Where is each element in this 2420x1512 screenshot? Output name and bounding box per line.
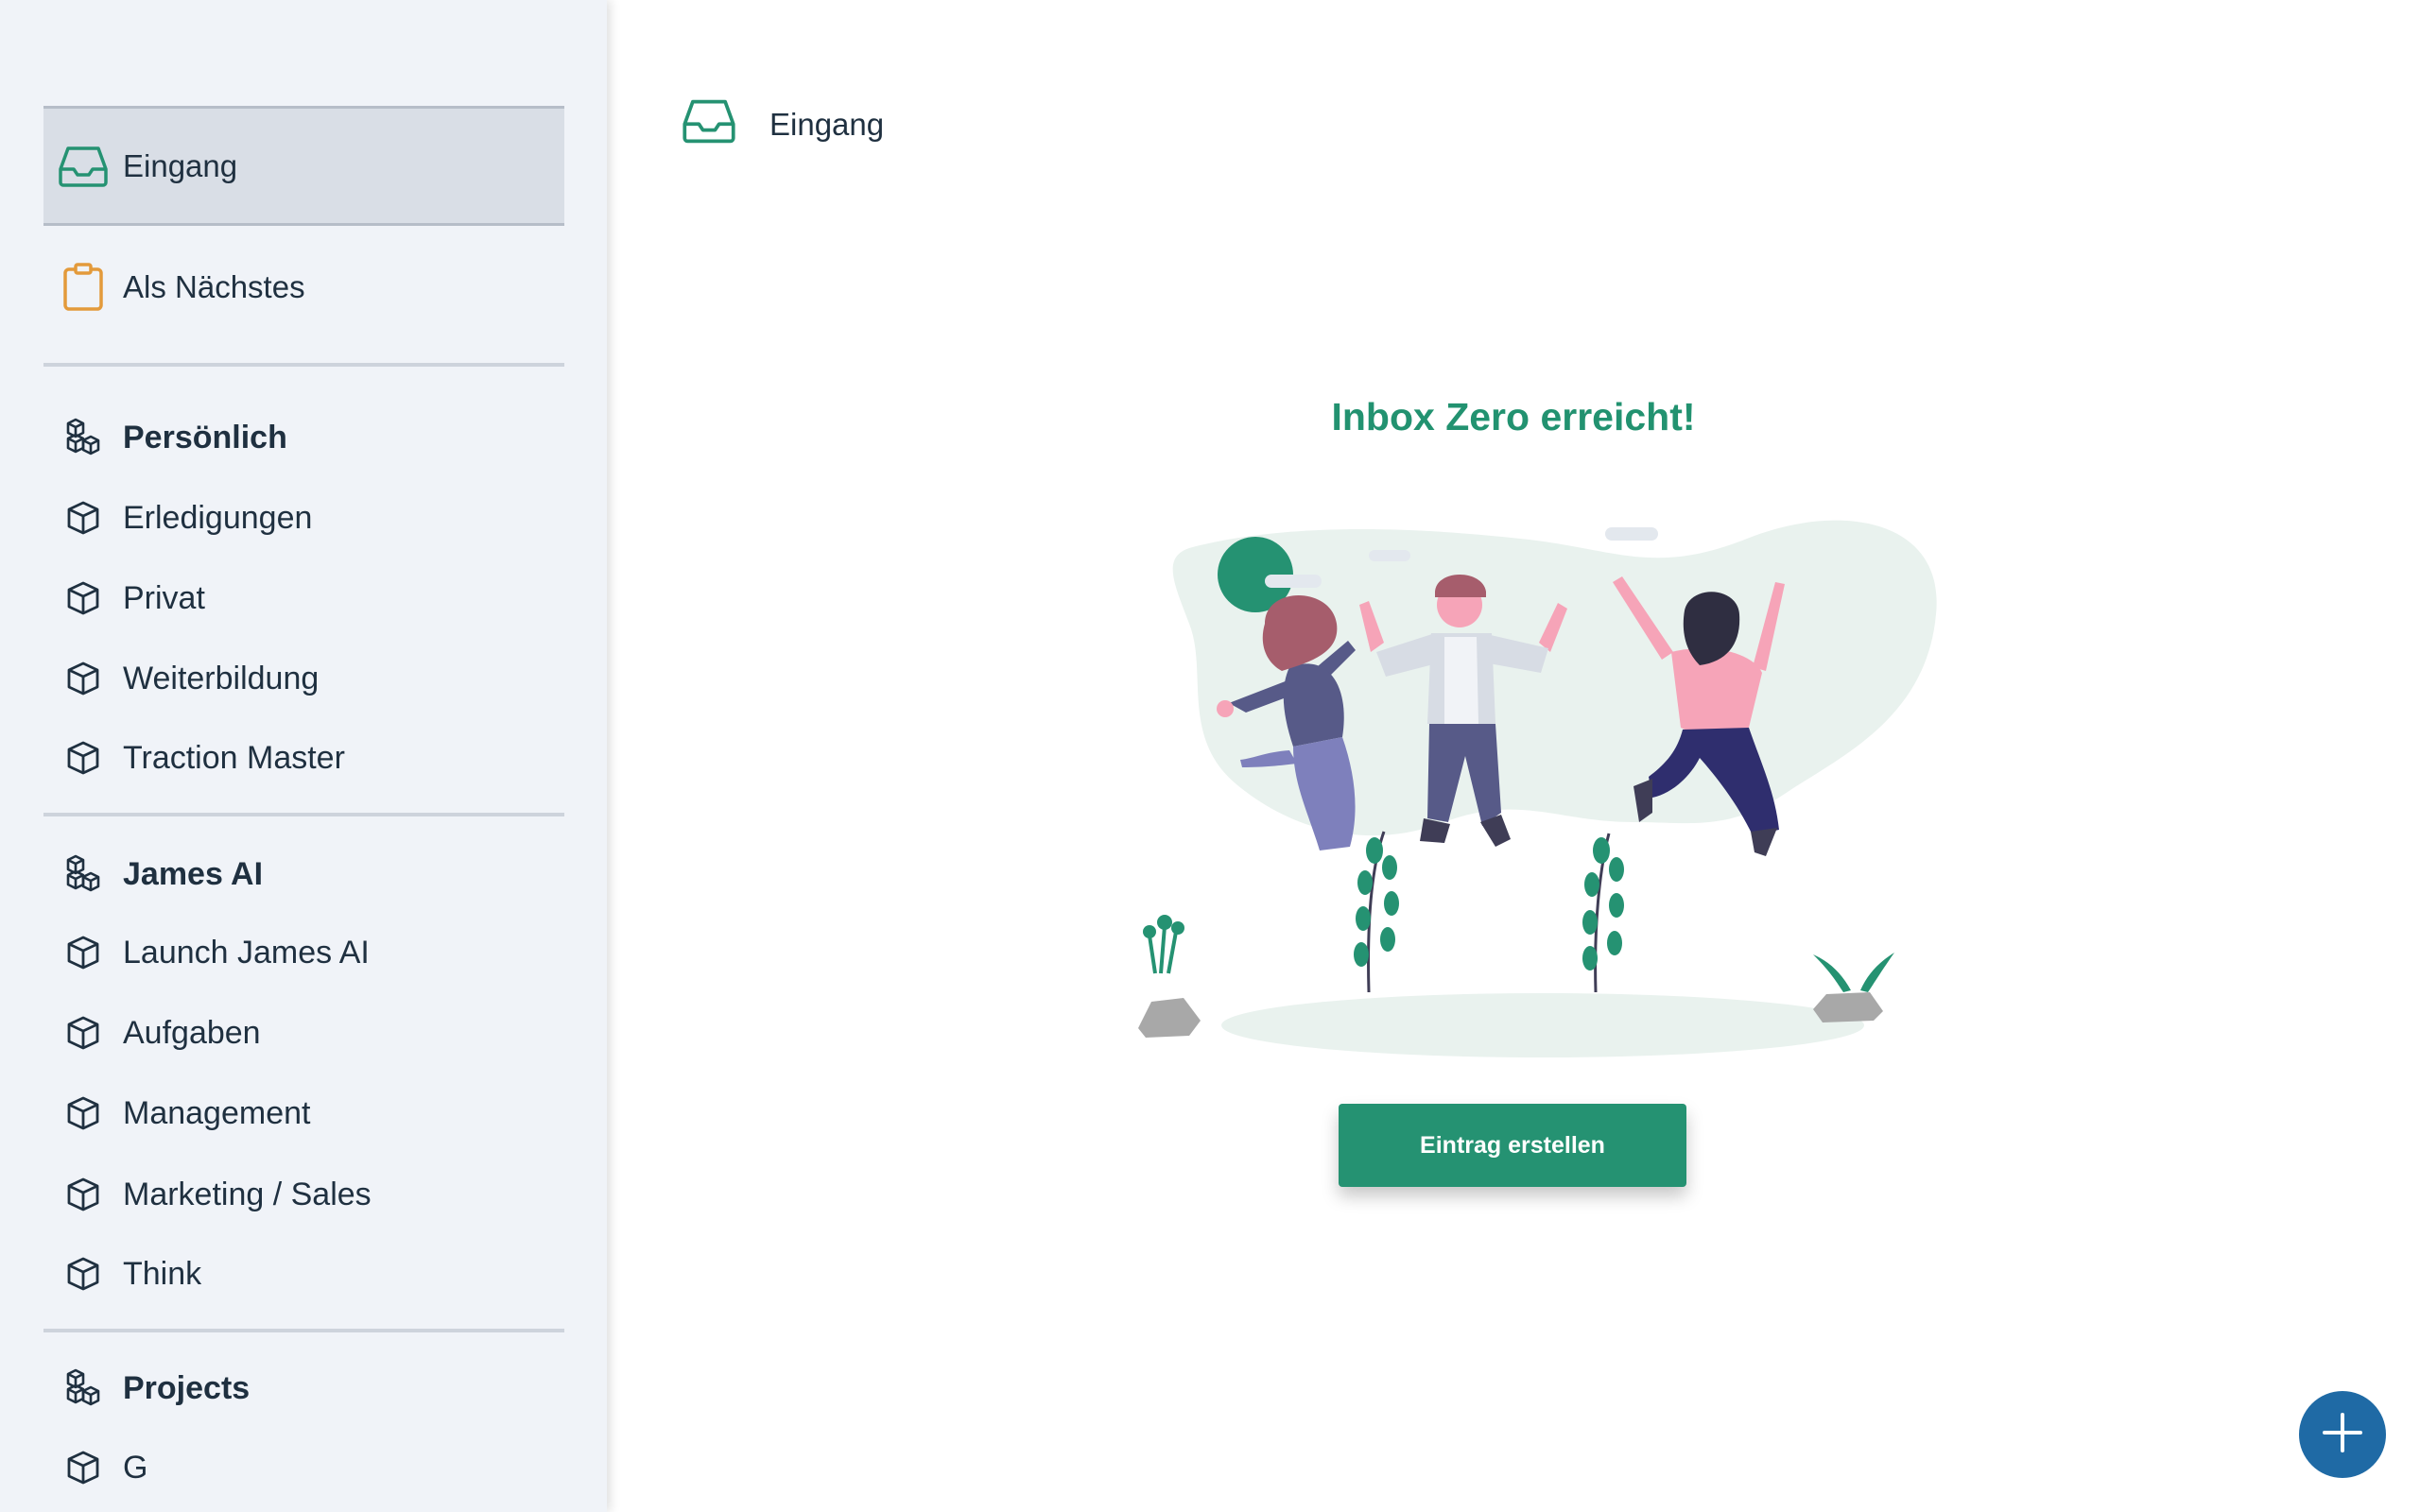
inbox-icon [681,97,737,152]
cube-icon [43,1449,123,1486]
sidebar-group-title: James AI [123,855,264,892]
inbox-icon [43,145,123,188]
sidebar-project-label: Erledigungen [123,499,313,536]
sidebar-project-label: Aufgaben [123,1014,261,1051]
sidebar-project-management[interactable]: Management [43,1078,564,1148]
cube-icon [43,660,123,697]
sidebar-project-label: Launch James AI [123,934,370,971]
sidebar-item-inbox[interactable]: Eingang [43,106,564,226]
sidebar-group-personal[interactable]: Persönlich [43,403,564,472]
sidebar-project-label: Traction Master [123,739,345,776]
plus-icon [2321,1411,2364,1459]
sidebar-project-label: Marketing / Sales [123,1176,372,1212]
main-content: Eingang Inbox Zero erreicht! Eintrag ers… [607,0,2420,1512]
cube-icon [43,739,123,777]
sidebar-project-label: Privat [123,579,205,616]
cubes-icon [43,416,123,459]
sidebar-project-label: Weiterbildung [123,660,320,696]
sidebar-project-label: Think [123,1255,202,1292]
sidebar-project-think[interactable]: Think [43,1239,564,1309]
add-button[interactable] [2299,1391,2386,1478]
cubes-icon [43,1366,123,1410]
sidebar-item-label: Als Nächstes [123,268,305,304]
empty-state-title: Inbox Zero erreicht! [1331,395,1696,438]
clipboard-icon [43,262,123,312]
sidebar-divider [43,813,564,816]
cube-icon [43,1255,123,1293]
sidebar-group-title: Persönlich [123,419,287,455]
create-entry-button[interactable]: Eintrag erstellen [1339,1104,1686,1187]
sidebar-item-label: Eingang [123,147,238,183]
sidebar-project-privat[interactable]: Privat [43,563,564,633]
cubes-icon [43,852,123,896]
sidebar-project-erledigungen[interactable]: Erledigungen [43,483,564,553]
sidebar-project-traction-master[interactable]: Traction Master [43,723,564,793]
sidebar: Eingang Als Nächstes Persönlich Erledigu… [0,0,607,1512]
sidebar-project-marketing-sales[interactable]: Marketing / Sales [43,1160,564,1229]
page-title: Eingang [769,107,885,142]
sidebar-project-aufgaben[interactable]: Aufgaben [43,998,564,1068]
sidebar-group-james-ai[interactable]: James AI [43,839,564,909]
cube-icon [43,934,123,971]
sidebar-project-weiterbildung[interactable]: Weiterbildung [43,644,564,713]
cube-icon [43,499,123,537]
cube-icon [43,1094,123,1132]
sidebar-project-label: Management [123,1094,311,1131]
sidebar-divider [43,363,564,367]
sidebar-divider [43,1329,564,1332]
cube-icon [43,579,123,617]
cube-icon [43,1176,123,1213]
page-header: Eingang [681,96,884,153]
sidebar-project-launch-james-ai[interactable]: Launch James AI [43,918,564,988]
sidebar-item-next[interactable]: Als Nächstes [43,227,564,347]
sidebar-group-title: Projects [123,1369,251,1406]
sidebar-project-label: G [123,1449,148,1486]
cube-icon [43,1014,123,1052]
celebration-illustration [1123,510,1959,1058]
sidebar-project-g[interactable]: G [43,1433,564,1503]
sidebar-group-projects[interactable]: Projects [43,1353,564,1423]
